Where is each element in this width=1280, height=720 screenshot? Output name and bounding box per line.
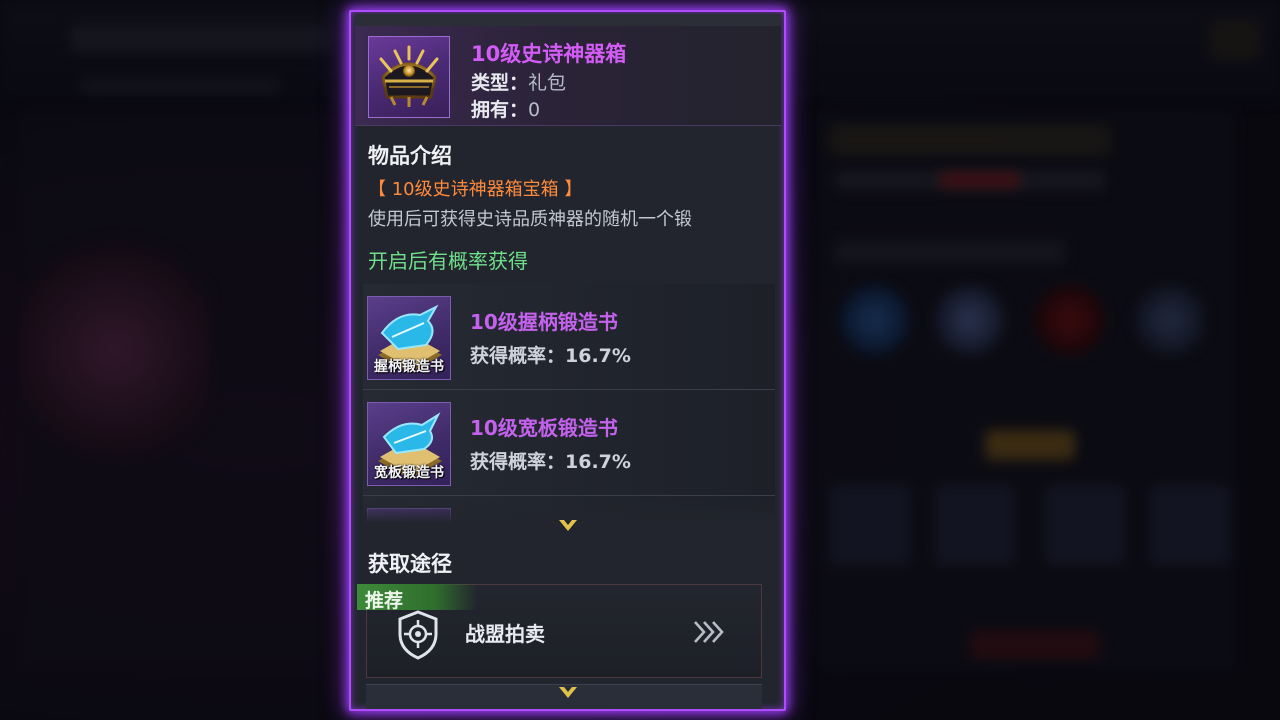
reward-probability: 获得概率：16.7%: [470, 447, 631, 474]
probability-key: 获得概率：: [470, 451, 566, 473]
scroll-down-icon[interactable]: [557, 685, 579, 701]
possible-rewards-label: 开启后有概率获得: [368, 249, 528, 273]
forge-book-icon: 握柄锻造书: [367, 296, 451, 380]
acquire-source-label: 战盟拍卖: [465, 622, 545, 646]
description-title: 物品介绍: [368, 144, 452, 168]
panel-top-strip: [355, 14, 781, 26]
forge-book-icon: 宽板锻造书: [367, 402, 451, 486]
description-subtitle: 【 10级史诗神器箱宝箱 】: [368, 179, 583, 200]
recommended-badge-label: 推荐: [365, 590, 404, 612]
probability-value: 16.7%: [565, 345, 631, 367]
reward-name: 10级宽板锻造书: [470, 416, 618, 440]
item-header: 10级史诗神器箱 类型：礼包 拥有：0: [355, 26, 781, 126]
reward-name: 10级握柄锻造书: [470, 310, 618, 334]
reward-item[interactable]: 宽板锻造书 10级宽板锻造书 获得概率：16.7%: [363, 390, 775, 496]
item-tooltip-panel: 10级史诗神器箱 类型：礼包 拥有：0 物品介绍 【 10级史诗神器箱宝箱 】 …: [349, 10, 786, 711]
reward-icon-label: 宽板锻造书: [374, 465, 444, 481]
item-name: 10级史诗神器箱: [471, 42, 627, 66]
acquire-title: 获取途径: [368, 552, 452, 576]
reward-item[interactable]: 握柄锻造书 10级握柄锻造书 获得概率：16.7%: [363, 284, 775, 390]
description-text: 使用后可获得史诗品质神器的随机一个锻: [368, 209, 692, 229]
item-owned: 拥有：0: [471, 95, 540, 122]
probability-value: 16.7%: [565, 451, 631, 473]
reward-icon-label: 握柄锻造书: [374, 359, 444, 375]
item-type-key: 类型：: [471, 72, 529, 94]
item-type: 类型：礼包: [471, 68, 566, 95]
reward-probability: 获得概率：16.7%: [470, 341, 631, 368]
probability-key: 获得概率：: [470, 345, 566, 367]
guild-shield-icon: [398, 610, 438, 660]
triple-chevron-right-icon[interactable]: [692, 619, 726, 645]
item-owned-key: 拥有：: [471, 99, 529, 121]
item-type-value: 礼包: [528, 72, 567, 94]
ornate-chest-icon: [368, 36, 450, 118]
item-owned-value: 0: [528, 99, 541, 121]
reward-list[interactable]: 握柄锻造书 10级握柄锻造书 获得概率：16.7% 宽板锻造书 10级宽板锻造书…: [363, 276, 775, 526]
scroll-down-icon[interactable]: [557, 518, 579, 534]
